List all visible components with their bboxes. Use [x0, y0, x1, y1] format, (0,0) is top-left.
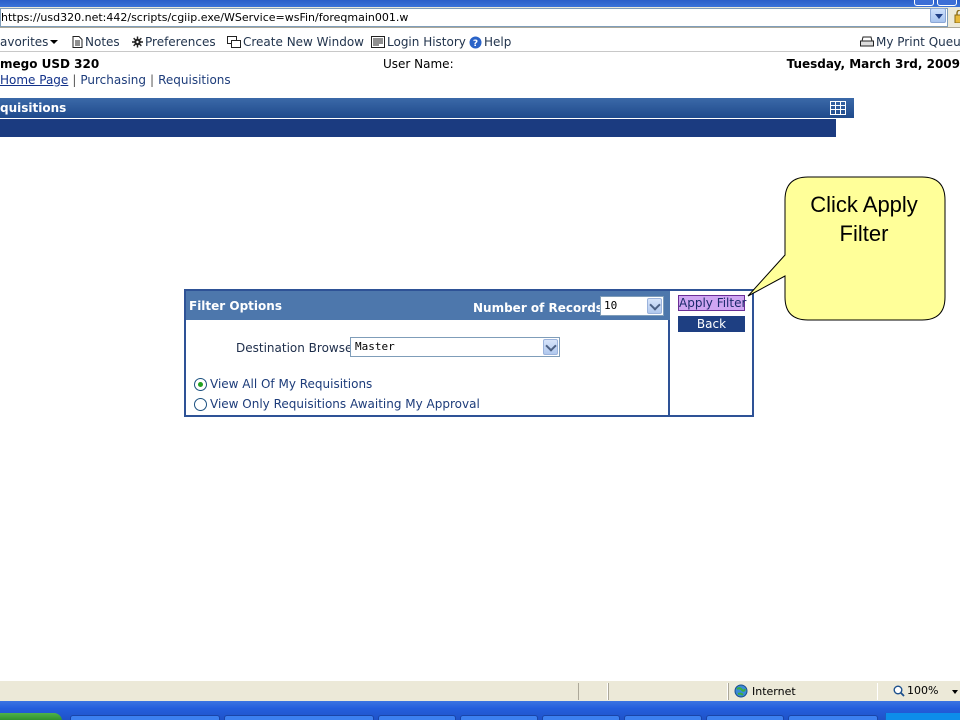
zoom-dropdown-icon[interactable]: [952, 690, 958, 694]
section-subbar: [0, 119, 836, 137]
taskbar-button[interactable]: [788, 715, 878, 720]
filter-header: Filter Options Number of Records: 10: [186, 291, 670, 320]
help-icon: ?: [469, 36, 482, 49]
new-window-link[interactable]: Create New Window: [227, 34, 364, 50]
user-name-label: User Name:: [383, 57, 454, 71]
breadcrumb: Home Page | Purchasing | Requisitions: [0, 73, 231, 89]
address-input[interactable]: https://usd320.net:442/scripts/cgiip.exe…: [0, 8, 948, 27]
number-of-records-label: Number of Records:: [473, 301, 608, 315]
preferences-label: Preferences: [145, 35, 216, 49]
print-queue-link[interactable]: My Print Queue: [860, 34, 960, 50]
restore-button[interactable]: [914, 0, 934, 6]
grid-view-icon[interactable]: [830, 101, 846, 115]
favorites-label: avorites: [0, 35, 49, 49]
radio-view-all[interactable]: View All Of My Requisitions: [194, 376, 372, 392]
address-dropdown-button[interactable]: [930, 8, 946, 23]
window-title-bar: [0, 0, 960, 7]
back-button[interactable]: Back: [678, 316, 745, 332]
chevron-down-icon[interactable]: [543, 339, 558, 355]
gear-icon: [132, 36, 143, 48]
taskbar-button[interactable]: [460, 715, 538, 720]
start-button[interactable]: [0, 713, 62, 720]
breadcrumb-separator: |: [150, 73, 155, 87]
radio-button-unchecked[interactable]: [194, 397, 207, 411]
close-button[interactable]: [937, 0, 957, 6]
new-window-icon: [227, 36, 241, 48]
radio-view-all-label: View All Of My Requisitions: [210, 377, 373, 391]
current-date: Tuesday, March 3rd, 2009: [786, 57, 960, 71]
taskbar: [0, 701, 960, 720]
login-history-label: Login History: [387, 35, 466, 49]
magnifier-icon: [893, 685, 905, 697]
security-zone: Internet: [734, 684, 796, 698]
lock-icon: [954, 10, 960, 23]
app-toolbar: avorites Notes Preferences Create New Wi…: [0, 30, 960, 52]
notes-link[interactable]: Notes: [72, 34, 120, 50]
filter-options-title: Filter Options: [189, 299, 282, 313]
number-of-records-select[interactable]: 10: [600, 296, 664, 316]
radio-button-checked[interactable]: [194, 377, 207, 391]
breadcrumb-requisitions: Requisitions: [158, 73, 231, 87]
records-selected-value: 10: [604, 299, 618, 312]
destination-browse-label: Destination Browse:: [236, 341, 357, 355]
callout-line-1: Click Apply: [810, 192, 918, 217]
taskbar-button[interactable]: [542, 715, 620, 720]
apply-filter-button[interactable]: Apply Filter: [678, 295, 746, 311]
callout-text: Click Apply Filter: [793, 190, 935, 248]
notes-label: Notes: [85, 35, 120, 49]
new-window-label: Create New Window: [243, 35, 364, 49]
taskbar-button[interactable]: [706, 715, 784, 720]
preferences-link[interactable]: Preferences: [132, 34, 216, 50]
filter-options-area: Filter Options Number of Records: 10 Des…: [186, 291, 670, 415]
chevron-down-icon[interactable]: [647, 298, 662, 314]
status-cell: [608, 683, 728, 700]
address-bar: https://usd320.net:442/scripts/cgiip.exe…: [0, 7, 960, 28]
destination-browse-select[interactable]: Master: [350, 337, 560, 357]
status-bar: Internet 100%: [0, 680, 960, 701]
section-title: quisitions: [0, 101, 67, 115]
taskbar-button[interactable]: [378, 715, 456, 720]
help-label: Help: [484, 35, 512, 49]
history-icon: [371, 36, 385, 48]
section-header: quisitions: [0, 98, 854, 118]
destination-selected-value: Master: [355, 340, 395, 353]
radio-awaiting-approval[interactable]: View Only Requisitions Awaiting My Appro…: [194, 396, 480, 412]
zoom-control[interactable]: 100%: [893, 684, 938, 697]
organization-name: mego USD 320: [0, 57, 100, 71]
zoom-level: 100%: [907, 684, 939, 697]
globe-icon: [734, 684, 748, 698]
document-icon: [72, 36, 83, 48]
callout-line-2: Filter: [839, 221, 889, 246]
chevron-down-icon: [50, 40, 59, 44]
favorites-menu[interactable]: avorites: [0, 34, 59, 50]
radio-awaiting-approval-label: View Only Requisitions Awaiting My Appro…: [210, 397, 480, 411]
breadcrumb-home-link[interactable]: Home Page: [0, 73, 68, 87]
taskbar-button[interactable]: [224, 715, 374, 720]
filter-panel: Filter Options Number of Records: 10 Des…: [184, 289, 754, 417]
zone-label: Internet: [752, 684, 796, 698]
svg-text:?: ?: [473, 39, 478, 49]
printer-icon: [860, 36, 874, 47]
login-history-link[interactable]: Login History: [371, 34, 466, 50]
breadcrumb-separator: |: [72, 73, 77, 87]
system-tray: [885, 713, 960, 720]
info-row: mego USD 320 User Name: Tuesday, March 3…: [0, 55, 960, 73]
filter-actions: Apply Filter Back: [672, 291, 752, 415]
taskbar-button[interactable]: [624, 715, 702, 720]
help-link[interactable]: ? Help: [469, 34, 511, 50]
breadcrumb-purchasing-link[interactable]: Purchasing: [80, 73, 146, 87]
status-cell: [578, 683, 608, 700]
print-queue-label: My Print Queue: [876, 35, 960, 49]
taskbar-button[interactable]: [70, 715, 220, 720]
